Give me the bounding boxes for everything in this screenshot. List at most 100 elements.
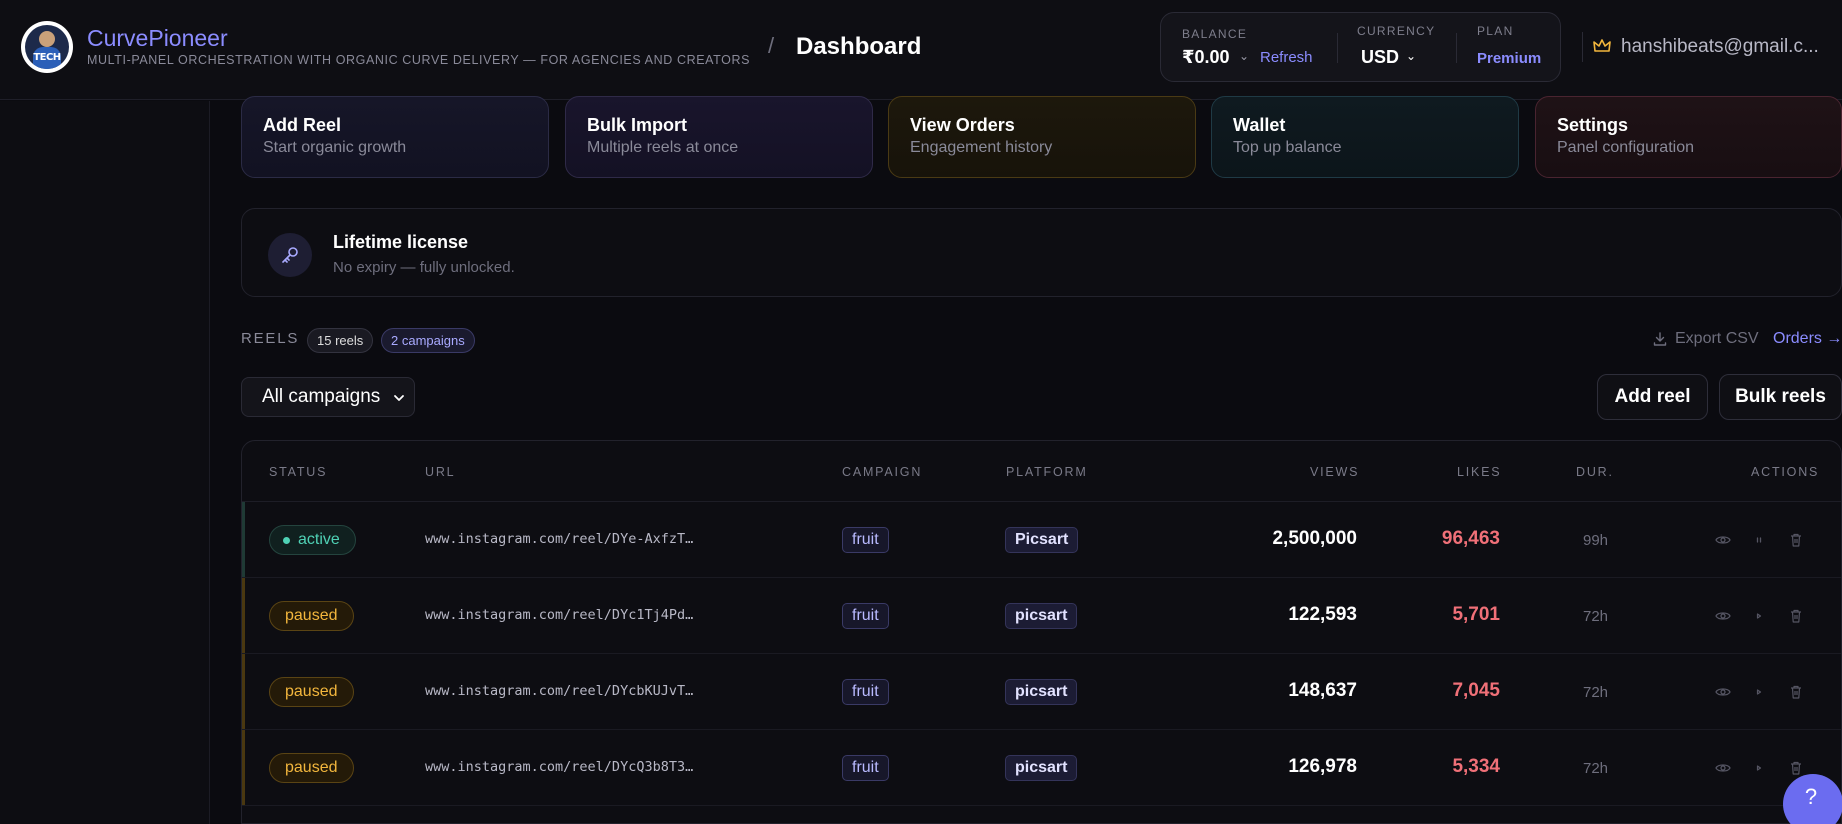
column-header-likes[interactable]: LIKES — [1457, 465, 1501, 479]
table-row[interactable]: active www.instagram.com/reel/DYe-AxfzT…… — [242, 502, 1841, 578]
top-bar: TECH CurvePioneer MULTI-PANEL ORCHESTRAT… — [0, 0, 1842, 100]
view-icon[interactable] — [1715, 760, 1731, 776]
divider — [1337, 33, 1338, 63]
app-logo[interactable]: TECH — [21, 21, 73, 73]
license-subtitle: No expiry — fully unlocked. — [333, 259, 515, 276]
duration-value: 99h — [1583, 532, 1609, 549]
duration-value: 72h — [1583, 684, 1609, 701]
row-accent — [242, 502, 245, 577]
quick-action-add-reel[interactable]: Add Reel Start organic growth — [241, 96, 549, 178]
column-header-url[interactable]: URL — [425, 465, 455, 479]
license-title: Lifetime license — [333, 232, 469, 252]
views-value: 126,978 — [1288, 756, 1357, 777]
platform-tag: Picsart — [1005, 527, 1079, 553]
quick-action-title: Bulk Import — [587, 115, 688, 135]
play-icon[interactable] — [1751, 684, 1767, 700]
divider — [1582, 32, 1583, 62]
status-badge: paused — [269, 753, 354, 783]
quick-action-subtitle: Top up balance — [1233, 139, 1342, 156]
balance-chevron-icon[interactable]: ⌄ — [1239, 49, 1249, 63]
quick-action-settings[interactable]: Settings Panel configuration — [1535, 96, 1842, 178]
export-csv-button[interactable]: Export CSV — [1653, 330, 1759, 348]
likes-value: 5,701 — [1452, 604, 1500, 625]
status-badge: paused — [269, 601, 354, 631]
column-header-campaign[interactable]: CAMPAIGN — [842, 465, 922, 479]
row-accent — [242, 654, 245, 729]
column-header-actions: ACTIONS — [1751, 465, 1820, 479]
column-header-duration[interactable]: DUR. — [1576, 465, 1614, 479]
play-icon[interactable] — [1751, 760, 1767, 776]
quick-action-subtitle: Panel configuration — [1557, 139, 1694, 156]
quick-action-title: Wallet — [1233, 115, 1286, 135]
currency-chevron-icon[interactable]: ⌄ — [1406, 49, 1416, 63]
reel-url[interactable]: www.instagram.com/reel/DYe-AxfzT… — [425, 531, 693, 547]
bulk-reels-button[interactable]: Bulk reels — [1719, 374, 1842, 420]
user-email[interactable]: hanshibeats@gmail.c... — [1621, 36, 1819, 58]
quick-action-subtitle: Multiple reels at once — [587, 139, 739, 156]
view-icon[interactable] — [1715, 532, 1731, 548]
view-icon[interactable] — [1715, 608, 1731, 624]
quick-action-subtitle: Engagement history — [910, 139, 1053, 156]
platform-tag: picsart — [1005, 679, 1078, 705]
quick-action-wallet[interactable]: Wallet Top up balance — [1211, 96, 1519, 178]
row-accent — [242, 578, 245, 653]
status-badge: active — [269, 525, 356, 555]
quick-action-view-orders[interactable]: View Orders Engagement history — [888, 96, 1196, 178]
crown-icon — [1593, 39, 1611, 52]
views-value: 2,500,000 — [1272, 528, 1357, 549]
platform-tag: picsart — [1005, 755, 1078, 781]
table-row[interactable]: paused www.instagram.com/reel/DYc1Tj4Pd…… — [242, 578, 1841, 654]
view-icon[interactable] — [1715, 684, 1731, 700]
plan-value[interactable]: Premium — [1477, 50, 1541, 67]
duration-value: 72h — [1583, 760, 1609, 777]
column-header-views[interactable]: VIEWS — [1310, 465, 1359, 479]
license-card: Lifetime license No expiry — fully unloc… — [241, 208, 1842, 297]
sidebar — [0, 101, 210, 824]
reel-url[interactable]: www.instagram.com/reel/DYcbKUJvT… — [425, 683, 693, 699]
quick-action-title: View Orders — [910, 115, 1015, 135]
quick-action-bulk-import[interactable]: Bulk Import Multiple reels at once — [565, 96, 873, 178]
refresh-button[interactable]: Refresh — [1260, 49, 1313, 66]
download-icon — [1653, 332, 1667, 346]
campaign-count-badge: 2 campaigns — [381, 328, 475, 353]
balance-card: BALANCE ₹0.00 ⌄ Refresh CURRENCY USD ⌄ P… — [1160, 12, 1561, 82]
quick-action-title: Settings — [1557, 115, 1629, 135]
play-icon[interactable] — [1751, 608, 1767, 624]
table-row[interactable]: paused www.instagram.com/reel/DYcQ3b8T3…… — [242, 730, 1841, 806]
currency-label: CURRENCY — [1357, 24, 1436, 38]
campaign-tag: fruit — [842, 679, 889, 705]
balance-value: ₹0.00 — [1182, 47, 1230, 67]
trash-icon[interactable] — [1788, 684, 1804, 700]
status-badge: paused — [269, 677, 354, 707]
logo-text: TECH — [33, 52, 61, 63]
likes-value: 7,045 — [1452, 680, 1500, 701]
column-header-status[interactable]: STATUS — [269, 465, 327, 479]
campaign-tag: fruit — [842, 527, 889, 553]
trash-icon[interactable] — [1788, 608, 1804, 624]
reel-url[interactable]: www.instagram.com/reel/DYcQ3b8T3… — [425, 759, 693, 775]
orders-link[interactable]: Orders → — [1773, 330, 1842, 348]
duration-value: 72h — [1583, 608, 1609, 625]
page-title: Dashboard — [796, 33, 922, 60]
table-row[interactable]: paused www.instagram.com/reel/DYcbKUJvT…… — [242, 654, 1841, 730]
likes-value: 5,334 — [1452, 756, 1500, 777]
export-csv-label: Export CSV — [1675, 330, 1759, 347]
app-name[interactable]: CurvePioneer — [87, 25, 228, 52]
column-header-platform[interactable]: PLATFORM — [1006, 465, 1088, 479]
reel-url[interactable]: www.instagram.com/reel/DYc1Tj4Pd… — [425, 607, 693, 623]
balance-label: BALANCE — [1182, 27, 1248, 41]
reels-section-label: REELS — [241, 330, 300, 347]
add-reel-button[interactable]: Add reel — [1597, 374, 1708, 420]
divider — [1456, 33, 1457, 63]
trash-icon[interactable] — [1788, 760, 1804, 776]
help-button[interactable]: ? — [1783, 774, 1842, 824]
quick-action-title: Add Reel — [263, 115, 342, 135]
trash-icon[interactable] — [1788, 532, 1804, 548]
platform-tag: picsart — [1005, 603, 1078, 629]
reels-table: STATUS URL CAMPAIGN PLATFORM VIEWS LIKES… — [241, 440, 1842, 824]
currency-select[interactable]: USD — [1361, 47, 1399, 68]
chevron-down-icon — [394, 395, 404, 401]
pause-icon[interactable] — [1751, 532, 1767, 548]
campaign-filter-value: All campaigns — [262, 386, 381, 407]
campaign-filter-select[interactable]: All campaigns — [241, 377, 415, 417]
